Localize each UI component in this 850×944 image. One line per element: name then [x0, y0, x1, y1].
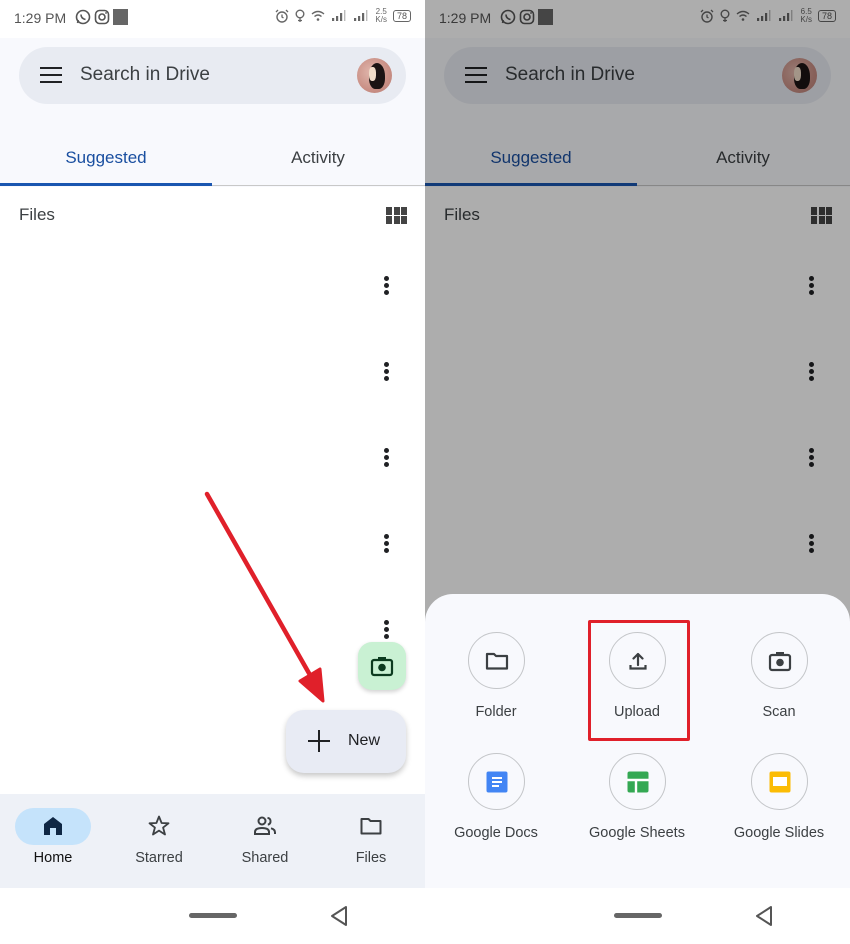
battery-indicator: 78: [392, 10, 411, 22]
more-options-icon[interactable]: [380, 447, 394, 469]
home-icon: [44, 817, 62, 835]
nav-home-label: Home: [33, 850, 73, 866]
google-sheets-label: Google Sheets: [589, 825, 685, 841]
folder-icon: [485, 652, 509, 670]
instagram-icon: [94, 9, 110, 25]
search-bar[interactable]: Search in Drive: [19, 47, 406, 104]
more-options-icon[interactable]: [380, 275, 394, 297]
nav-home[interactable]: Home: [0, 794, 106, 888]
google-docs-icon: [486, 771, 508, 793]
google-docs-button[interactable]: Google Docs: [425, 753, 567, 863]
scan-label: Scan: [762, 704, 796, 720]
grid-view-icon[interactable]: [386, 207, 407, 224]
create-folder-label: Folder: [475, 704, 517, 720]
nav-shared-label: Shared: [241, 850, 289, 866]
tab-suggested[interactable]: Suggested: [0, 134, 212, 186]
google-sheets-icon: [627, 771, 649, 793]
nav-files-label: Files: [355, 850, 387, 866]
home-gesture-bar[interactable]: [189, 913, 237, 918]
nav-shared[interactable]: Shared: [212, 794, 318, 888]
tab-activity[interactable]: Activity: [212, 134, 424, 186]
whatsapp-icon: [75, 9, 91, 25]
system-navigation-bar: [425, 888, 850, 944]
network-speed-unit: K/s: [375, 15, 387, 24]
tab-indicator: [0, 183, 212, 186]
wifi-icon: [311, 10, 325, 21]
shared-people-icon: [254, 816, 276, 835]
google-docs-label: Google Docs: [454, 825, 538, 841]
avatar[interactable]: [357, 58, 392, 93]
network-speed: 2.5 K/s: [375, 8, 387, 24]
back-icon[interactable]: [754, 905, 774, 927]
plus-icon: [308, 730, 330, 752]
tab-bar: Suggested Activity: [0, 134, 425, 186]
google-slides-button[interactable]: Google Slides: [708, 753, 850, 863]
star-icon: [148, 815, 170, 836]
camera-icon: [370, 657, 394, 677]
menu-icon[interactable]: [40, 67, 62, 84]
google-slides-icon: [769, 771, 791, 793]
bulb-icon: [295, 9, 305, 22]
more-options-icon[interactable]: [380, 533, 394, 555]
status-time: 1:29 PM: [14, 10, 67, 26]
nav-starred[interactable]: Starred: [106, 794, 212, 888]
new-button-label: New: [348, 732, 381, 749]
bottom-navigation: Home Starred Shared Files: [0, 794, 425, 888]
right-screen: 1:29 PM 6.5 K/s 78 Search in Drive Sugge: [425, 0, 850, 944]
signal-icon: [332, 10, 346, 21]
upload-highlight-annotation: [588, 620, 690, 741]
alarm-icon: [275, 9, 289, 23]
back-icon[interactable]: [329, 905, 349, 927]
more-options-icon[interactable]: [380, 361, 394, 383]
folder-icon: [360, 818, 382, 835]
scan-button[interactable]: Scan: [708, 632, 850, 742]
create-new-sheet: Folder Upload Scan Google Docs Google Sh…: [425, 594, 850, 888]
nav-files[interactable]: Files: [318, 794, 424, 888]
signal-icon-2: [354, 10, 368, 21]
google-sheets-button[interactable]: Google Sheets: [566, 753, 708, 863]
camera-icon: [768, 652, 792, 672]
google-slides-label: Google Slides: [733, 825, 825, 841]
search-placeholder[interactable]: Search in Drive: [80, 64, 210, 86]
left-screen: 1:29 PM 2.5 K/s 78 Search in Drive Sugge…: [0, 0, 425, 944]
create-folder-button[interactable]: Folder: [425, 632, 567, 742]
status-bar: 1:29 PM 2.5 K/s 78: [0, 0, 425, 38]
nav-starred-label: Starred: [135, 850, 183, 866]
new-button[interactable]: New: [286, 710, 406, 773]
app-square-icon: [113, 9, 128, 25]
file-list: Files: [0, 187, 425, 794]
system-navigation-bar: [0, 888, 425, 944]
scan-fab-button[interactable]: [358, 642, 406, 690]
more-options-icon[interactable]: [380, 619, 394, 641]
home-gesture-bar[interactable]: [614, 913, 662, 918]
files-heading: Files: [19, 205, 55, 224]
